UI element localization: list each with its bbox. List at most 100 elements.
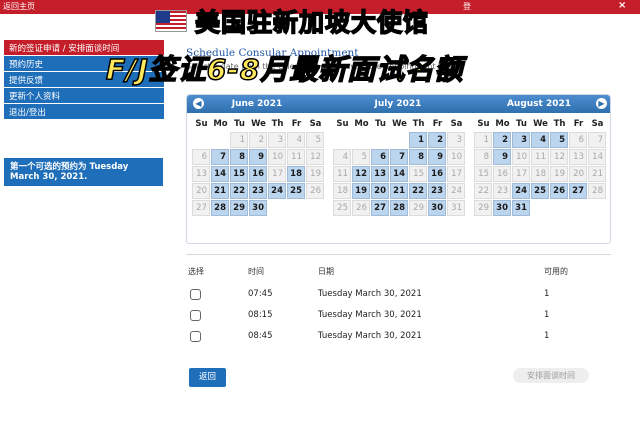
back-button[interactable]: 返回 [189,368,226,387]
header-time: 时间 [248,267,264,276]
calendar-day-available[interactable]: 4 [531,132,549,148]
weekday-label: We [251,119,266,129]
sidebar-item-profile[interactable]: 更新个人资料 [4,88,164,104]
calendar-day-available[interactable]: 29 [230,200,248,216]
slot-checkbox[interactable] [190,289,201,300]
calendar-day-unavailable: 13 [192,166,210,182]
weekday-label: Su [336,119,349,129]
calendar-day-available[interactable]: 31 [512,200,530,216]
calendar-week: 12345 [187,132,327,149]
calendar-month: June 2021 Su Mo Tu We Th Fr Sa 1 2 3 4 5 6 7 8 9 10 11 12 13… [187,95,327,217]
top-right-text: 登 [463,2,471,11]
calendar-day-available[interactable]: 27 [569,183,587,199]
calendar-day-available[interactable]: 21 [390,183,408,199]
calendar-day-available[interactable]: 21 [211,183,229,199]
slot-date: Tuesday March 30, 2021 [318,289,422,299]
calendar-day-unavailable: 5 [306,132,324,148]
calendar-day-available[interactable]: 19 [352,183,370,199]
weekday-label: Su [477,119,490,129]
calendar-day-unavailable: 28 [588,183,606,199]
calendar-day-available[interactable]: 14 [390,166,408,182]
table-row: 08:15 Tuesday March 30, 2021 1 [186,308,611,326]
slot-checkbox[interactable] [190,310,201,321]
schedule-appointment-button[interactable]: 安排面谈时间 [513,368,589,383]
calendar-day-available[interactable]: 23 [428,183,446,199]
slot-checkbox[interactable] [190,331,201,342]
calendar-day-unavailable: 20 [192,183,210,199]
calendar-day-available[interactable]: 12 [352,166,370,182]
calendar-day-unavailable: 29 [474,200,492,216]
calendar-day-unavailable: 15 [409,166,427,182]
calendar-day-available[interactable]: 30 [493,200,511,216]
calendar-day-available[interactable]: 8 [230,149,248,165]
calendar-day-available[interactable]: 30 [249,200,267,216]
calendar-day-unavailable: 15 [474,166,492,182]
calendar-week: 1234567 [469,132,609,149]
weekday-label: We [392,119,407,129]
calendar-day-available[interactable]: 20 [371,183,389,199]
calendar-day-unavailable: 2 [249,132,267,148]
month-title: June 2021 [231,99,283,109]
calendar-day-available[interactable]: 2 [428,132,446,148]
calendar-day-unavailable: 26 [306,183,324,199]
calendar-day-available[interactable]: 22 [409,183,427,199]
weekday-label: Fr [291,119,302,129]
calendar-day-available[interactable]: 27 [371,200,389,216]
calendar-week: 4 5 6 7 8 9 10 [328,149,468,166]
calendar-day-available[interactable]: 25 [287,183,305,199]
weekday-label: Fr [432,119,443,129]
calendar-day-available[interactable]: 28 [390,200,408,216]
calendar-day-available[interactable]: 16 [249,166,267,182]
calendar-day-unavailable: 10 [512,149,530,165]
calendar-week: 18 19 20 21 22 23 24 [328,183,468,200]
sidebar-item-logout[interactable]: 退出/登出 [4,104,164,120]
calendar-day-available[interactable]: 24 [268,183,286,199]
calendar-empty-cell [569,200,587,216]
calendar-day-available[interactable]: 7 [211,149,229,165]
calendar-day-available[interactable]: 18 [287,166,305,182]
calendar-day-available[interactable]: 1 [409,132,427,148]
calendar-day-available[interactable]: 3 [512,132,530,148]
weekday-label: Su [195,119,208,129]
calendar-day-available[interactable]: 8 [409,149,427,165]
calendar-day-available[interactable]: 25 [531,183,549,199]
calendar-day-available[interactable]: 5 [550,132,568,148]
calendar-empty-cell [192,132,210,148]
calendar-day-unavailable: 29 [409,200,427,216]
close-icon[interactable]: × [618,0,626,11]
header-date: 日期 [318,267,334,276]
weekday-label: Th [553,119,566,129]
calendar-day-available[interactable]: 24 [512,183,530,199]
calendar-day-available[interactable]: 16 [428,166,446,182]
calendar-day-available[interactable]: 9 [493,149,511,165]
home-link[interactable]: 返回主页 [3,1,35,12]
calendar-day-available[interactable]: 14 [211,166,229,182]
calendar-day-available[interactable]: 9 [249,149,267,165]
calendar-day-available[interactable]: 22 [230,183,248,199]
calendar-day-unavailable: 12 [306,149,324,165]
calendar-day-available[interactable]: 26 [550,183,568,199]
calendar-empty-cell [371,132,389,148]
slot-time: 08:45 [248,331,273,341]
calendar-day-available[interactable]: 2 [493,132,511,148]
weekday-row: Su Mo Tu We Th Fr Sa [469,116,609,132]
calendar-day-available[interactable]: 9 [428,149,446,165]
calendar-day-available[interactable]: 6 [371,149,389,165]
calendar-day-available[interactable]: 30 [428,200,446,216]
calendar-day-unavailable: 11 [333,166,351,182]
calendar-day-unavailable: 31 [447,200,465,216]
calendar-empty-cell [588,200,606,216]
calendar-empty-cell [211,132,229,148]
weekday-label: Th [412,119,425,129]
calendar-day-unavailable: 19 [550,166,568,182]
calendar-day-unavailable: 8 [474,149,492,165]
calendar-day-available[interactable]: 23 [249,183,267,199]
calendar-day-available[interactable]: 7 [390,149,408,165]
calendar-day-unavailable: 21 [588,166,606,182]
calendar-day-available[interactable]: 13 [371,166,389,182]
header-available: 可用的 [544,267,568,276]
month-title: August 2021 [506,99,572,109]
calendar-day-available[interactable]: 28 [211,200,229,216]
calendar-day-available[interactable]: 15 [230,166,248,182]
weekday-label: Sa [309,119,322,129]
